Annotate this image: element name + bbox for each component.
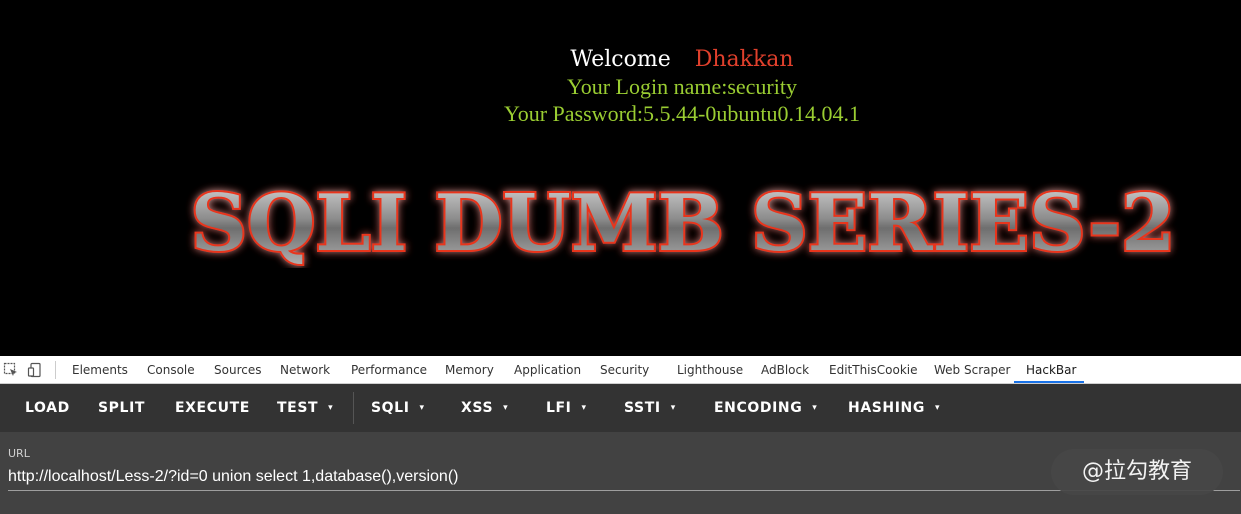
login-name-line: Your Login name:security [567, 74, 797, 99]
browser-window: Welcome Dhakkan Your Login name:security … [0, 0, 1241, 514]
chevron-down-icon: ▾ [419, 403, 425, 413]
url-label: URL [8, 447, 30, 460]
tab-sources[interactable]: Sources [214, 356, 261, 384]
tab-web-scraper[interactable]: Web Scraper [934, 356, 1010, 384]
sqli-series-logo: SQLI DUMB SERIES-2 [183, 178, 1183, 268]
chevron-down-icon: ▾ [670, 403, 676, 413]
inspect-element-icon[interactable] [3, 362, 19, 378]
sqli-menu-button[interactable]: SQLI ▾ [371, 384, 425, 432]
tab-elements[interactable]: Elements [72, 356, 128, 384]
test-menu-button[interactable]: TEST ▾ [277, 384, 333, 432]
tab-security[interactable]: Security [600, 356, 649, 384]
password-line: Your Password:5.5.44-0ubuntu0.14.04.1 [504, 101, 860, 126]
web-page: Welcome Dhakkan Your Login name:security … [0, 0, 1241, 355]
tab-memory[interactable]: Memory [445, 356, 494, 384]
hackbar-toolbar: LOAD SPLIT EXECUTE TEST ▾ SQLI ▾ XSS ▾ LFI ▾… [0, 384, 1241, 432]
tab-hackbar[interactable]: HackBar [1026, 356, 1076, 384]
watermark: @拉勾教育 [1051, 449, 1223, 495]
execute-button[interactable]: EXECUTE [175, 384, 250, 432]
tab-network[interactable]: Network [280, 356, 330, 384]
ssti-menu-button[interactable]: SSTI ▾ [624, 384, 676, 432]
chevron-down-icon: ▾ [581, 403, 587, 413]
chevron-down-icon: ▾ [328, 403, 334, 413]
encoding-menu-button[interactable]: ENCODING ▾ [714, 384, 817, 432]
tab-adblock[interactable]: AdBlock [761, 356, 809, 384]
device-toolbar-icon[interactable] [27, 362, 43, 378]
tab-console[interactable]: Console [147, 356, 195, 384]
tab-performance[interactable]: Performance [351, 356, 427, 384]
xss-menu-button[interactable]: XSS ▾ [461, 384, 508, 432]
split-button[interactable]: SPLIT [98, 384, 145, 432]
lfi-menu-button[interactable]: LFI ▾ [546, 384, 587, 432]
welcome-line: Welcome Dhakkan [0, 47, 1241, 73]
chevron-down-icon: ▾ [812, 403, 818, 413]
tab-lighthouse[interactable]: Lighthouse [677, 356, 743, 384]
hashing-menu-button[interactable]: HASHING ▾ [848, 384, 940, 432]
tab-editthiscookie[interactable]: EditThisCookie [829, 356, 918, 384]
welcome-name: Dhakkan [694, 47, 794, 72]
welcome-word: Welcome [570, 47, 671, 72]
devtools-tab-strip: Elements Console Sources Network Perform… [0, 356, 1241, 384]
logo-text: SQLI DUMB SERIES-2 [191, 178, 1176, 268]
tab-strip-divider [55, 361, 56, 379]
chevron-down-icon: ▾ [503, 403, 509, 413]
chevron-down-icon: ▾ [934, 403, 941, 413]
active-tab-indicator [1014, 381, 1084, 383]
load-button[interactable]: LOAD [25, 384, 70, 432]
toolbar-divider [353, 392, 354, 424]
tab-application[interactable]: Application [514, 356, 581, 384]
